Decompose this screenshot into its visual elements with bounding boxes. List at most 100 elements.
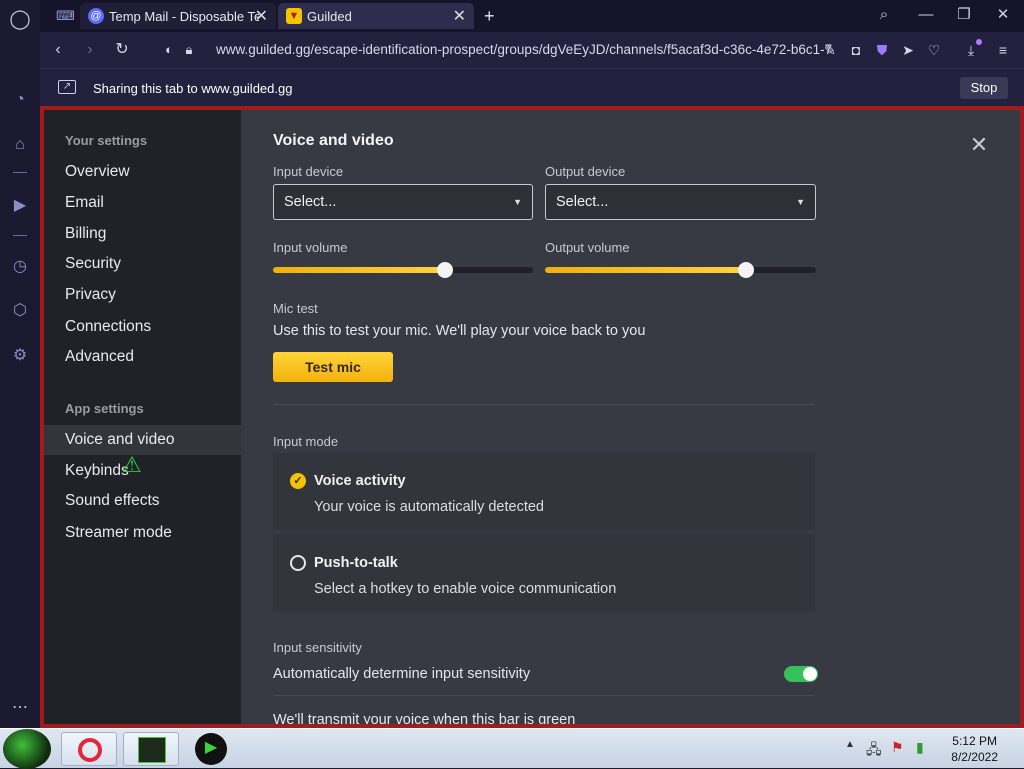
app-settings-heading: App settings: [65, 401, 144, 416]
radio-checked-icon[interactable]: ✓: [290, 473, 306, 489]
network-tray-icon[interactable]: 🖧︎: [866, 739, 882, 763]
settings-gear-icon[interactable]: ⚙: [9, 345, 31, 367]
nav-advanced[interactable]: Advanced: [44, 342, 241, 372]
vpn-shield-icon[interactable]: ⛊: [873, 41, 891, 59]
clock-date: 8/2/2022: [951, 750, 998, 764]
new-tab-button[interactable]: +: [476, 3, 500, 29]
address-bar: ‹ › ↻ ◐ 🔒︎ www.guilded.gg/escape-identif…: [40, 32, 1024, 68]
search-tabs-icon[interactable]: ⌕: [872, 4, 896, 26]
push-to-talk-description: Select a hotkey to enable voice communic…: [314, 581, 617, 597]
auto-sensitivity-toggle[interactable]: [784, 666, 818, 682]
sharing-bar: ↗ Sharing this tab to www.guilded.gg Sto…: [40, 68, 1024, 106]
chevron-down-icon: ▼: [796, 197, 805, 207]
player-icon[interactable]: ▶: [9, 195, 31, 217]
cube-icon[interactable]: ⬡: [9, 300, 31, 322]
input-device-value: Select...: [284, 194, 337, 210]
voice-activity-title: Voice activity: [314, 473, 406, 489]
test-mic-button[interactable]: Test mic: [273, 352, 393, 382]
nav-voice-and-video[interactable]: Voice and video: [44, 425, 241, 455]
tray-expand-icon[interactable]: ▲: [845, 739, 855, 750]
more-icon[interactable]: ⋯: [9, 697, 31, 719]
close-tab-icon[interactable]: ✕: [255, 6, 268, 26]
media-player-icon[interactable]: ▶: [195, 733, 227, 765]
guilded-favicon-icon: ▼: [286, 8, 302, 24]
voice-video-panel: Voice and video ✕ Input device Select...…: [241, 110, 1020, 724]
camera-icon[interactable]: ◘: [847, 41, 865, 59]
input-sensitivity-label: Input sensitivity: [273, 640, 362, 655]
input-volume-label: Input volume: [273, 240, 348, 255]
section-divider: [273, 695, 815, 696]
workspace-icon[interactable]: ⌨: [48, 3, 78, 29]
mic-test-description: Use this to test your mic. We'll play yo…: [273, 323, 646, 339]
nav-email[interactable]: Email: [44, 188, 241, 218]
chevron-down-icon: ▼: [513, 197, 522, 207]
nav-overview[interactable]: Overview: [44, 157, 241, 187]
input-volume-handle[interactable]: [437, 262, 453, 278]
output-device-value: Select...: [556, 194, 609, 210]
tab-temp-mail[interactable]: @ Temp Mail - Disposable Ter ✕: [80, 3, 276, 29]
auto-sensitivity-text: Automatically determine input sensitivit…: [273, 666, 531, 682]
push-to-talk-option[interactable]: Push-to-talk Select a hotkey to enable v…: [273, 534, 815, 612]
heart-icon[interactable]: ♡: [925, 41, 943, 59]
radio-unchecked-icon[interactable]: [290, 555, 306, 571]
toggle-knob: [803, 667, 817, 681]
transmit-text: We'll transmit your voice when this bar …: [273, 712, 576, 728]
taskbar-opera-button[interactable]: [61, 732, 117, 766]
close-icon[interactable]: ✕: [969, 134, 989, 156]
stop-sharing-button[interactable]: Stop: [960, 77, 1008, 99]
edit-icon[interactable]: ✎: [821, 41, 839, 59]
tab-title: Temp Mail - Disposable Ter: [109, 8, 259, 24]
system-clock[interactable]: 5:12 PM 8/2/2022: [951, 733, 998, 765]
output-volume-handle[interactable]: [738, 262, 754, 278]
output-volume-slider[interactable]: [545, 262, 816, 278]
send-icon[interactable]: ➤: [899, 41, 917, 59]
nav-sound-effects[interactable]: Sound effects: [44, 486, 241, 516]
menu-icon[interactable]: ≡: [994, 41, 1012, 59]
start-button[interactable]: [3, 729, 51, 769]
back-icon[interactable]: ‹: [47, 39, 69, 61]
app-icon: [138, 737, 166, 763]
output-volume-label: Output volume: [545, 240, 630, 255]
temp-mail-favicon-icon: @: [88, 8, 104, 24]
url-field[interactable]: www.guilded.gg/escape-identification-pro…: [216, 42, 832, 57]
page-title: Voice and video: [273, 132, 394, 149]
tab-title: Guilded: [307, 8, 352, 24]
nav-streamer-mode[interactable]: Streamer mode: [44, 518, 241, 548]
sidebar-divider: [13, 172, 27, 173]
shared-tab-frame: Your settings Overview Email Billing Sec…: [40, 106, 1024, 728]
opera-logo-icon[interactable]: ◯: [9, 9, 31, 31]
action-center-icon[interactable]: ⚑: [891, 739, 904, 756]
speed-dial-icon[interactable]: ◔: [9, 89, 31, 111]
nav-connections[interactable]: Connections: [44, 312, 241, 342]
sharing-text: Sharing this tab to www.guilded.gg: [93, 81, 293, 96]
opera-icon: [78, 738, 102, 762]
voice-activity-option[interactable]: ✓ Voice activity Your voice is automatic…: [273, 453, 815, 531]
shield-icon[interactable]: ◐: [158, 39, 180, 61]
nav-privacy[interactable]: Privacy: [44, 280, 241, 310]
restore-icon[interactable]: ❐: [952, 4, 976, 26]
nav-billing[interactable]: Billing: [44, 219, 241, 249]
mic-test-label: Mic test: [273, 301, 318, 316]
sidebar-divider: [13, 235, 27, 236]
download-badge: [976, 39, 982, 45]
close-window-icon[interactable]: ✕: [991, 4, 1015, 26]
tab-guilded[interactable]: ▼ Guilded ✕: [278, 3, 474, 29]
input-device-select[interactable]: Select... ▼: [273, 184, 533, 220]
nav-keybinds[interactable]: Keybinds: [44, 456, 241, 486]
lock-icon[interactable]: 🔒︎: [178, 39, 200, 61]
taskbar-app-button[interactable]: [123, 732, 179, 766]
forward-icon[interactable]: ›: [79, 39, 101, 61]
close-tab-icon[interactable]: ✕: [453, 6, 466, 26]
nav-security[interactable]: Security: [44, 249, 241, 279]
bag-icon[interactable]: ⌂: [9, 134, 31, 156]
signal-strength-icon[interactable]: ▮: [916, 739, 924, 756]
cursor-icon: ⚠: [122, 452, 142, 477]
input-mode-label: Input mode: [273, 434, 339, 449]
settings-sidebar: Your settings Overview Email Billing Sec…: [44, 110, 241, 724]
browser-sidebar: ◯ ◔ ⌂ ▶ ◷ ⬡ ⚙ ⋯: [0, 0, 40, 728]
input-volume-slider[interactable]: [273, 262, 533, 278]
minimize-icon[interactable]: —: [914, 4, 938, 26]
output-device-select[interactable]: Select... ▼: [545, 184, 816, 220]
history-icon[interactable]: ◷: [9, 256, 31, 278]
reload-icon[interactable]: ↻: [111, 39, 133, 61]
